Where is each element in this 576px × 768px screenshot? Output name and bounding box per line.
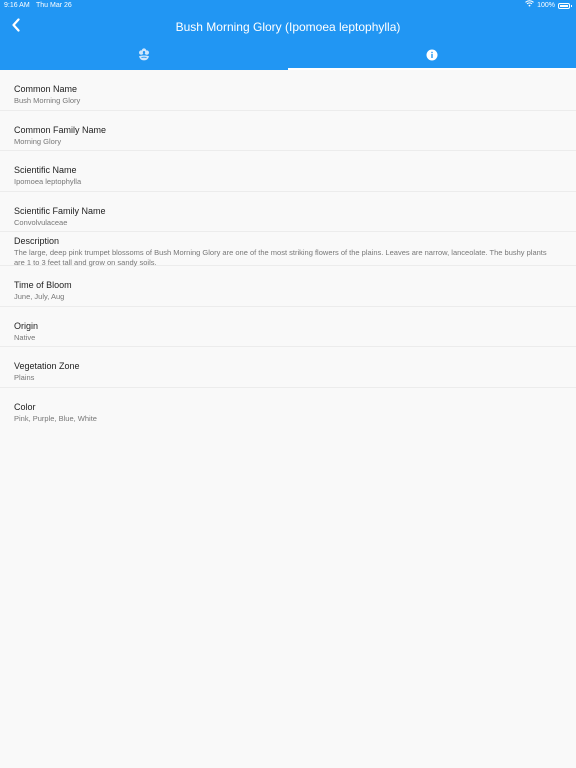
- detail-label: Common Family Name: [14, 124, 107, 135]
- detail-label: Vegetation Zone: [14, 361, 80, 371]
- status-time: 9:16 AM: [4, 2, 30, 9]
- detail-value: Plains: [14, 373, 35, 382]
- detail-label: Description: [14, 236, 60, 246]
- detail-scientific-family-name: Scientific Family Name Convolvulaceae: [0, 192, 576, 232]
- app-bar: 9:16 AM Thu Mar 26 100% Bush Morning Glo…: [0, 0, 576, 70]
- detail-value: The large, deep pink trumpet blossoms of…: [14, 248, 547, 267]
- detail-color: Color Pink, Purple, Blue, White: [0, 388, 576, 429]
- detail-label: Color: [14, 401, 36, 412]
- tab-plant[interactable]: [0, 44, 288, 70]
- status-right: 100%: [525, 0, 572, 12]
- detail-origin: Origin Native: [0, 307, 576, 347]
- wifi-icon: [525, 0, 534, 12]
- detail-label: Origin: [14, 320, 39, 331]
- detail-time-of-bloom: Time of Bloom June, July, Aug: [0, 266, 576, 307]
- detail-value: June, July, Aug: [14, 292, 65, 301]
- detail-common-family-name: Common Family Name Morning Glory: [0, 111, 576, 151]
- details-list: Common Name Bush Morning Glory Common Fa…: [0, 70, 576, 428]
- battery-icon: [558, 3, 572, 9]
- status-bar: 9:16 AM Thu Mar 26 100%: [0, 0, 576, 12]
- detail-value: Morning Glory: [14, 136, 62, 146]
- detail-vegetation-zone: Vegetation Zone Plains: [0, 347, 576, 388]
- flower-icon: [138, 48, 150, 66]
- info-icon: [426, 48, 438, 66]
- detail-label: Scientific Family Name: [14, 205, 106, 216]
- detail-label: Time of Bloom: [14, 280, 72, 290]
- back-button[interactable]: [6, 16, 26, 38]
- battery-percentage: 100%: [537, 2, 555, 9]
- detail-value: Pink, Purple, Blue, White: [14, 413, 97, 423]
- detail-description: Description The large, deep pink trumpet…: [0, 232, 576, 267]
- status-date: Thu Mar 26: [36, 2, 72, 9]
- chevron-left-icon: [11, 17, 21, 37]
- detail-scientific-name: Scientific Name Ipomoea leptophylla: [0, 151, 576, 192]
- detail-label: Scientific Name: [14, 165, 77, 175]
- detail-value: Bush Morning Glory: [14, 96, 81, 105]
- detail-value: Convolvulaceae: [14, 217, 68, 227]
- tab-info[interactable]: [288, 44, 576, 70]
- detail-value: Native: [14, 332, 36, 342]
- detail-label: Common Name: [14, 84, 78, 94]
- detail-value: Ipomoea leptophylla: [14, 177, 82, 186]
- detail-common-name: Common Name Bush Morning Glory: [0, 70, 576, 111]
- page-title: Bush Morning Glory (Ipomoea leptophylla): [175, 20, 401, 34]
